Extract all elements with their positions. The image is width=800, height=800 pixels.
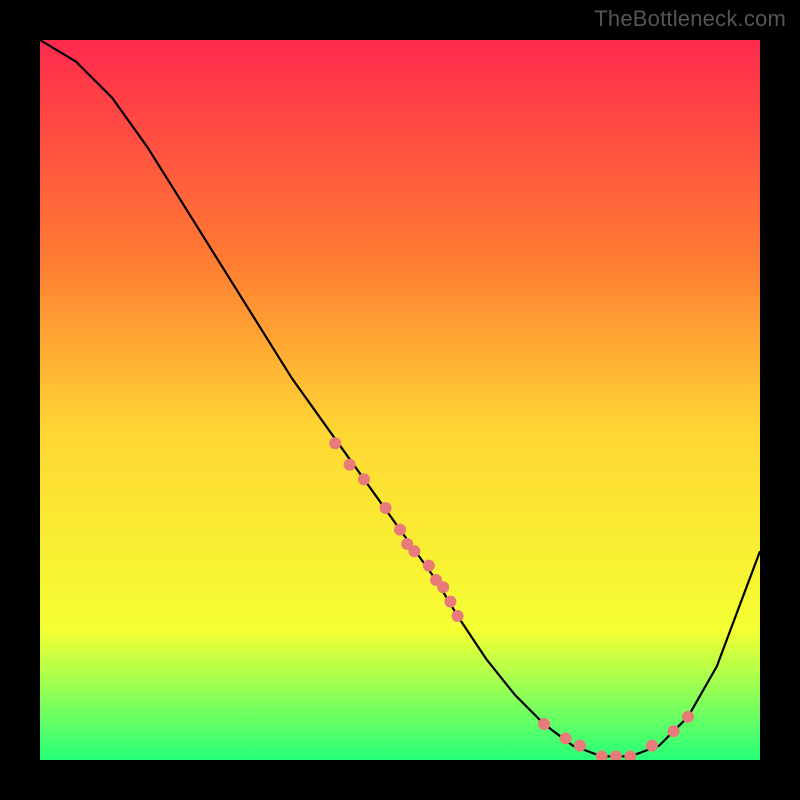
highlight-dot [329,437,341,449]
curve-line [40,40,760,756]
plot-area [40,40,760,760]
highlight-dot [444,596,456,608]
highlight-dot [437,581,449,593]
chart-frame: TheBottleneck.com [0,0,800,800]
highlight-dot [394,524,406,536]
watermark-text: TheBottleneck.com [594,6,786,32]
highlight-dot [538,718,550,730]
highlight-dot [560,732,572,744]
highlight-dot [408,545,420,557]
highlight-dot [358,473,370,485]
highlight-dot [682,711,694,723]
highlight-dot [452,610,464,622]
highlight-dot [574,740,586,752]
curve-layer [40,40,760,760]
highlight-dot [610,750,622,760]
highlight-dot [344,459,356,471]
highlight-dot [646,740,658,752]
highlight-dot [624,750,636,760]
highlight-dot [596,750,608,760]
highlight-dot [423,560,435,572]
highlight-dot [380,502,392,514]
highlight-dots [329,437,694,760]
highlight-dot [668,725,680,737]
